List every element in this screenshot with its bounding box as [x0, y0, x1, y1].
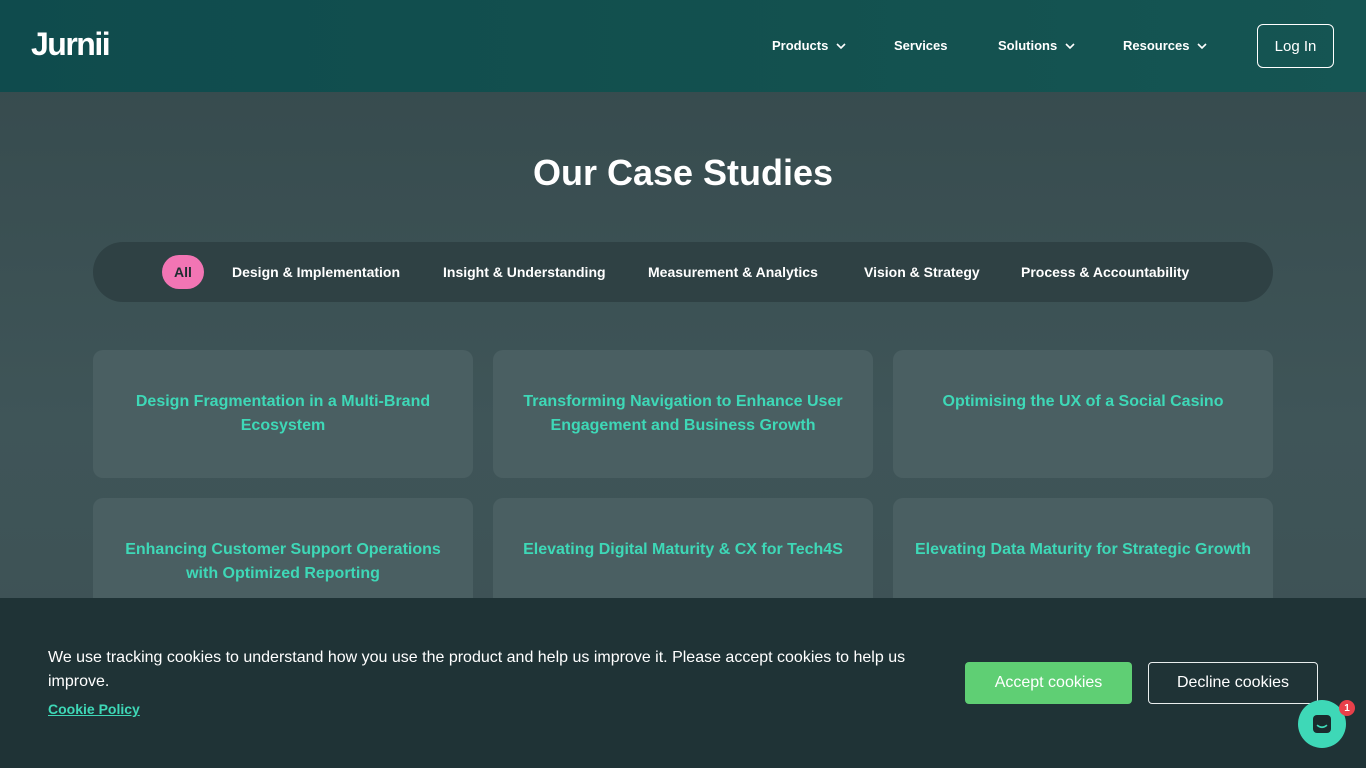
case-study-title: Transforming Navigation to Enhance User …	[523, 393, 843, 434]
nav-solutions[interactable]: Solutions	[998, 38, 1075, 53]
case-study-card[interactable]: Optimising the UX of a Social Casino	[893, 350, 1273, 478]
filter-process-accountability[interactable]: Process & Accountability	[1021, 242, 1189, 302]
case-study-title: Elevating Data Maturity for Strategic Gr…	[914, 541, 1252, 558]
cookie-policy-link[interactable]: Cookie Policy	[48, 701, 140, 717]
cookie-banner: We use tracking cookies to understand ho…	[0, 598, 1366, 768]
filter-design-implementation[interactable]: Design & Implementation	[232, 242, 400, 302]
case-study-title: Design Fragmentation in a Multi-Brand Ec…	[135, 393, 431, 434]
logo[interactable]: Jurnii	[31, 26, 111, 63]
filter-insight-understanding[interactable]: Insight & Understanding	[443, 242, 606, 302]
filter-all[interactable]: All	[162, 255, 204, 289]
accept-cookies-button[interactable]: Accept cookies	[965, 662, 1132, 704]
notification-badge: 1	[1339, 700, 1355, 716]
chevron-down-icon	[1197, 42, 1208, 49]
site-header: Jurnii Products Services Solutions Resou…	[0, 0, 1366, 92]
nav-products-label: Products	[772, 38, 829, 53]
decline-cookies-button[interactable]: Decline cookies	[1148, 662, 1318, 704]
category-filter-bar: All Design & Implementation Insight & Un…	[93, 242, 1273, 302]
nav-products[interactable]: Products	[772, 38, 846, 53]
login-button[interactable]: Log In	[1257, 24, 1334, 68]
chat-icon	[1313, 715, 1331, 733]
case-study-title: Optimising the UX of a Social Casino	[942, 393, 1224, 410]
case-study-card[interactable]: Transforming Navigation to Enhance User …	[493, 350, 873, 478]
nav-resources-label: Resources	[1123, 38, 1190, 53]
nav-services[interactable]: Services	[894, 38, 948, 53]
filter-vision-strategy[interactable]: Vision & Strategy	[864, 242, 980, 302]
cookie-message: We use tracking cookies to understand ho…	[48, 649, 906, 690]
page-title: Our Case Studies	[532, 152, 834, 193]
nav-resources[interactable]: Resources	[1123, 38, 1208, 53]
filter-measurement-analytics[interactable]: Measurement & Analytics	[648, 242, 818, 302]
nav-solutions-label: Solutions	[998, 38, 1058, 53]
chevron-down-icon	[836, 42, 846, 49]
case-study-card[interactable]: Design Fragmentation in a Multi-Brand Ec…	[93, 350, 473, 478]
case-study-title: Elevating Digital Maturity & CX for Tech…	[523, 541, 843, 558]
case-study-title: Enhancing Customer Support Operations wi…	[125, 541, 441, 582]
chevron-down-icon	[1065, 42, 1075, 49]
nav-services-label: Services	[894, 38, 948, 53]
